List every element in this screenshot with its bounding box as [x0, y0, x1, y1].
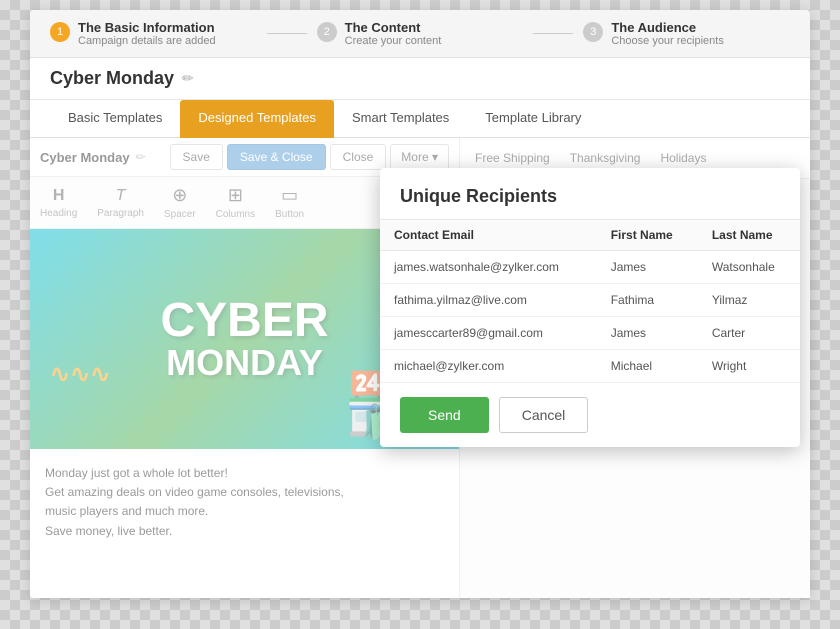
main-container: 1 The Basic Information Campaign details… [30, 10, 810, 598]
content-area: Cyber Monday ✏ Save Save & Close Close M… [30, 138, 810, 598]
campaign-title: Cyber Monday [50, 68, 174, 89]
table-row: james.watsonhale@zylker.com James Watson… [380, 251, 800, 284]
table-row: fathima.yilmaz@live.com Fathima Yilmaz [380, 284, 800, 317]
cancel-button[interactable]: Cancel [499, 397, 589, 433]
row1-last: Watsonhale [698, 251, 800, 284]
row3-email: jamesccarter89@gmail.com [380, 317, 597, 350]
tab-designed-templates[interactable]: Designed Templates [180, 100, 334, 138]
row2-first: Fathima [597, 284, 698, 317]
step-2-subtitle: Create your content [345, 35, 442, 47]
send-button[interactable]: Send [400, 397, 489, 433]
row1-first: James [597, 251, 698, 284]
row3-last: Carter [698, 317, 800, 350]
step-3-info: The Audience Choose your recipients [611, 20, 724, 47]
step-1[interactable]: 1 The Basic Information Campaign details… [50, 20, 257, 47]
row2-last: Yilmaz [698, 284, 800, 317]
row1-email: james.watsonhale@zylker.com [380, 251, 597, 284]
unique-recipients-modal: Unique Recipients Contact Email First Na… [380, 168, 800, 447]
step-divider-2 [533, 33, 573, 34]
step-1-info: The Basic Information Campaign details a… [78, 20, 216, 47]
tab-template-library[interactable]: Template Library [467, 100, 599, 138]
table-row: jamesccarter89@gmail.com James Carter [380, 317, 800, 350]
tab-basic-templates[interactable]: Basic Templates [50, 100, 180, 138]
campaign-title-bar: Cyber Monday ✏ [30, 58, 810, 100]
step-2-number: 2 [317, 22, 337, 42]
table-row: michael@zylker.com Michael Wright [380, 350, 800, 383]
step-3-number: 3 [583, 22, 603, 42]
row4-last: Wright [698, 350, 800, 383]
step-1-number: 1 [50, 22, 70, 42]
step-2[interactable]: 2 The Content Create your content [317, 20, 524, 47]
edit-campaign-icon[interactable]: ✏ [182, 70, 194, 87]
modal-title: Unique Recipients [380, 168, 800, 220]
recipients-table: Contact Email First Name Last Name james… [380, 220, 800, 383]
step-3[interactable]: 3 The Audience Choose your recipients [583, 20, 790, 47]
col-last-name: Last Name [698, 220, 800, 251]
step-1-title: The Basic Information [78, 20, 216, 35]
row2-email: fathima.yilmaz@live.com [380, 284, 597, 317]
tab-smart-templates[interactable]: Smart Templates [334, 100, 467, 138]
step-3-subtitle: Choose your recipients [611, 35, 724, 47]
col-first-name: First Name [597, 220, 698, 251]
step-1-subtitle: Campaign details are added [78, 35, 216, 47]
step-2-info: The Content Create your content [345, 20, 442, 47]
step-3-title: The Audience [611, 20, 724, 35]
step-divider-1 [267, 33, 307, 34]
col-email: Contact Email [380, 220, 597, 251]
steps-bar: 1 The Basic Information Campaign details… [30, 10, 810, 58]
step-2-title: The Content [345, 20, 442, 35]
row4-first: Michael [597, 350, 698, 383]
tab-bar: Basic Templates Designed Templates Smart… [30, 100, 810, 138]
row4-email: michael@zylker.com [380, 350, 597, 383]
modal-actions: Send Cancel [380, 383, 800, 447]
row3-first: James [597, 317, 698, 350]
modal-overlay: Unique Recipients Contact Email First Na… [30, 138, 810, 598]
